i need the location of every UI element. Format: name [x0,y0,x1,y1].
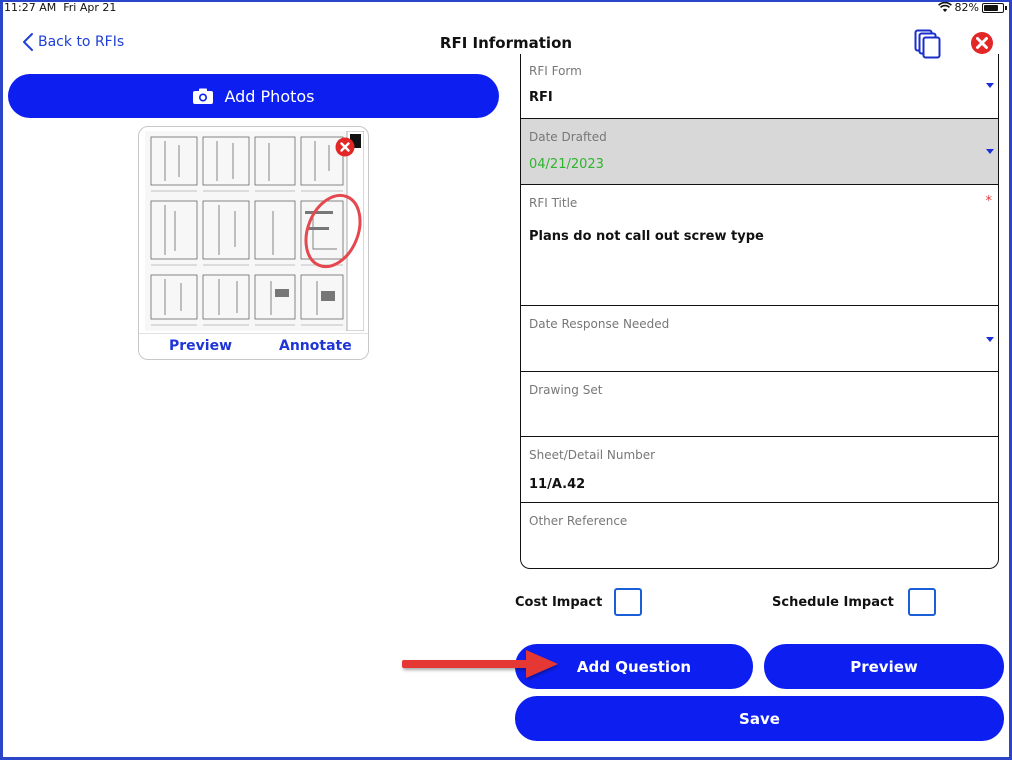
status-time: 11:27 AM Fri Apr 21 [4,1,117,14]
annotation-arrow-icon [402,650,558,678]
photo-preview-link[interactable]: Preview [169,338,232,354]
rfi-form-value: RFI [529,90,553,105]
date-drafted-value: 04/21/2023 [529,157,604,172]
status-bar: 11:27 AM Fri Apr 21 82% [0,0,1012,16]
cost-impact-checkbox[interactable] [614,588,643,616]
add-photos-button[interactable]: Add Photos [8,74,499,118]
sheet-detail-number-field[interactable]: Sheet/Detail Number 11/A.42 [521,437,998,503]
status-right: 82% [937,1,1007,14]
date-response-needed-label: Date Response Needed [529,317,670,331]
schedule-impact-checkbox[interactable] [907,588,936,616]
rfi-form-field[interactable]: RFI Form RFI [521,54,998,119]
remove-photo-icon[interactable] [335,137,355,157]
add-photos-label: Add Photos [224,86,315,106]
date-response-needed-field[interactable]: Date Response Needed [521,306,998,372]
rfi-form-panel: RFI Form RFI Date Drafted 04/21/2023 RFI… [520,54,999,569]
camera-icon [193,88,214,104]
schedule-impact-row: Schedule Impact [772,588,936,616]
photo-annotate-link[interactable]: Annotate [279,338,352,354]
wifi-icon [937,2,952,12]
chevron-down-icon [986,83,994,88]
cost-impact-row: Cost Impact [515,588,643,616]
drawing-thumbnail[interactable] [145,131,364,331]
battery-icon [982,2,1007,13]
cost-impact-label: Cost Impact [515,594,603,610]
schedule-impact-label: Schedule Impact [772,594,894,610]
preview-button[interactable]: Preview [764,644,1004,689]
rfi-title-label: RFI Title [529,196,578,210]
chevron-down-icon [986,149,994,154]
chevron-down-icon [986,337,994,342]
required-indicator: * [985,194,993,209]
drawing-set-label: Drawing Set [529,383,603,397]
save-button[interactable]: Save [515,696,1004,741]
date-drafted-label: Date Drafted [529,130,607,144]
rfi-form-label: RFI Form [529,64,582,78]
drawing-set-field[interactable]: Drawing Set [521,372,998,437]
sheet-detail-number-label: Sheet/Detail Number [529,448,656,462]
rfi-title-value: Plans do not call out screw type [529,229,764,244]
photo-actions: Preview Annotate [139,333,368,359]
sheet-detail-number-value: 11/A.42 [529,477,586,492]
close-icon[interactable] [970,31,994,55]
rfi-title-field[interactable]: RFI Title * Plans do not call out screw … [521,185,998,306]
other-reference-field[interactable]: Other Reference [521,503,998,568]
other-reference-label: Other Reference [529,514,628,528]
photo-card: Preview Annotate [138,126,369,360]
page-title: RFI Information [439,34,573,52]
battery-percent: 82% [954,1,979,14]
date-drafted-field[interactable]: Date Drafted 04/21/2023 [521,119,998,185]
